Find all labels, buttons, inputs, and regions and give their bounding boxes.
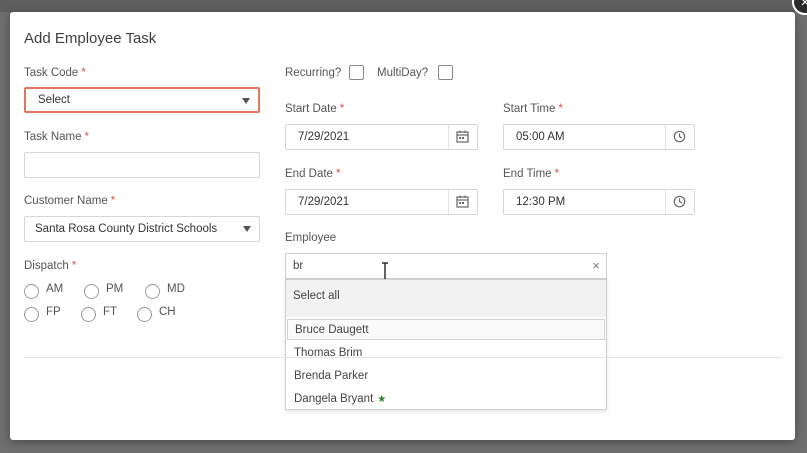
backdrop [0,0,807,12]
end-date-input[interactable]: 7/29/2021 [285,189,478,215]
footer-divider [24,357,782,358]
close-icon[interactable]: × [592,254,600,278]
customer-name-select[interactable]: Santa Rosa County District Schools [24,216,260,242]
employee-label: Employee [285,232,337,244]
dispatch-option-label: AM [46,283,64,295]
multiday-checkbox[interactable] [438,65,453,80]
employee-search-input[interactable]: br × [285,253,607,279]
task-code-select[interactable]: Select [24,87,260,113]
dispatch-option-label: PM [106,283,124,295]
dispatch-radio-ft[interactable] [81,307,96,322]
dispatch-radio-fp[interactable] [24,307,39,322]
start-time-label: Start Time * [503,103,563,115]
recurring-label: Recurring? [285,67,342,79]
dispatch-radio-md[interactable] [145,284,160,299]
add-employee-task-dialog: Add Employee Task Task Code * Select Task… [10,12,795,440]
dispatch-label: Dispatch * [24,260,77,272]
dispatch-option-label: MD [167,283,185,295]
start-time-input[interactable]: 05:00 AM [503,124,695,150]
dispatch-radio-ch[interactable] [137,307,152,322]
dispatch-option-label: CH [159,306,176,318]
end-time-label: End Time * [503,168,560,180]
employee-option[interactable]: Bruce Daugett [287,319,605,340]
dispatch-radio-pm[interactable] [84,284,99,299]
dispatch-option-label: FT [103,306,118,318]
calendar-icon[interactable] [448,125,477,149]
end-time-input[interactable]: 12:30 PM [503,189,695,215]
start-date-input[interactable]: 7/29/2021 [285,124,478,150]
customer-name-label: Customer Name * [24,195,116,207]
recurring-checkbox[interactable] [349,65,364,80]
end-date-label: End Date * [285,168,341,180]
calendar-icon[interactable] [448,190,477,214]
chevron-down-icon [243,226,251,232]
dispatch-radio-am[interactable] [24,284,39,299]
employee-option[interactable]: Dangela Bryant ★ [287,389,605,410]
task-name-input[interactable] [24,152,260,178]
star-icon: ★ [377,394,387,405]
clock-icon[interactable] [665,190,694,214]
employee-option[interactable]: Thomas Brim [287,343,605,364]
start-date-label: Start Date * [285,103,345,115]
employee-dropdown: Select all Bruce Daugett Thomas Brim Bre… [285,279,607,410]
clock-icon[interactable] [665,125,694,149]
select-all-option[interactable]: Select all [286,280,606,317]
chevron-down-icon [242,98,250,104]
employee-option[interactable]: Brenda Parker [287,366,605,387]
dialog-title: Add Employee Task [24,30,157,47]
task-code-label: Task Code * [24,67,86,79]
multiday-label: MultiDay? [377,67,429,79]
dispatch-option-label: FP [46,306,61,318]
task-name-label: Task Name * [24,131,90,143]
